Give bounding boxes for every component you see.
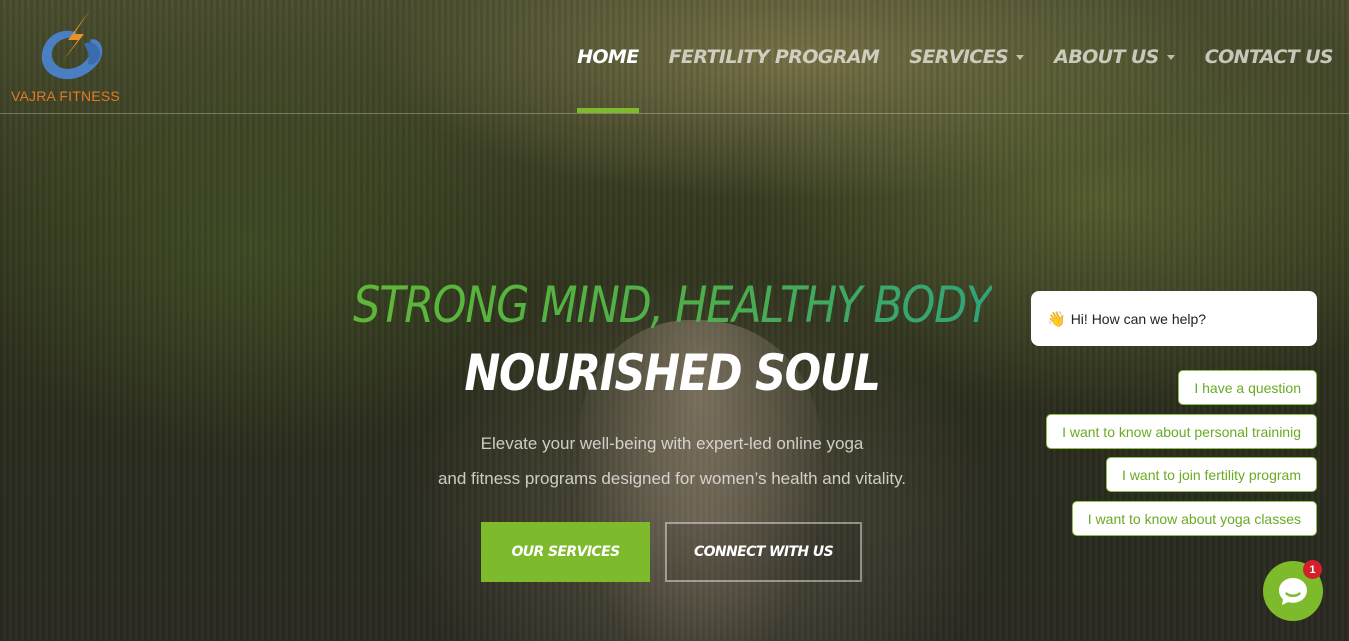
nav-item-about-us[interactable]: ABOUT US <box>1054 0 1175 113</box>
connect-with-us-button[interactable]: CONNECT WITH US <box>665 522 862 582</box>
hero-subheadline: NOURISHED SOUL <box>464 344 881 402</box>
nav-item-services-label: SERVICES <box>909 45 1009 68</box>
nav-item-fertility-program[interactable]: FERTILITY PROGRAM <box>669 0 880 113</box>
site-logo[interactable]: VAJRA FITNESS <box>10 8 125 108</box>
chat-option-personal-training[interactable]: I want to know about personal traininig <box>1046 414 1317 449</box>
unread-badge: 1 <box>1303 560 1322 579</box>
chat-option-fertility-program[interactable]: I want to join fertility program <box>1106 457 1317 492</box>
chat-greeting-bubble: 👋 Hi! How can we help? <box>1031 291 1317 346</box>
nav-item-about-us-label: ABOUT US <box>1054 45 1159 68</box>
chevron-down-icon <box>1016 55 1025 60</box>
hero-description-line: and fitness programs designed for women’… <box>437 469 907 488</box>
site-header: VAJRA FITNESS HOME FERTILITY PROGRAM SER… <box>0 0 1349 114</box>
waving-hand-icon: 👋 <box>1047 310 1066 328</box>
nav-item-home[interactable]: HOME <box>577 0 639 113</box>
nav-item-contact-us[interactable]: CONTACT US <box>1204 0 1334 113</box>
hero-headline: STRONG MIND, HEALTHY BODY <box>353 276 992 334</box>
our-services-button[interactable]: OUR SERVICES <box>481 522 650 582</box>
nav-item-home-label: HOME <box>577 45 639 68</box>
nav-item-fertility-program-label: FERTILITY PROGRAM <box>668 45 880 68</box>
main-nav: HOME FERTILITY PROGRAM SERVICES ABOUT US… <box>577 0 1334 113</box>
hero-description: Elevate your well-being with expert-led … <box>370 426 974 496</box>
chevron-down-icon <box>1166 55 1175 60</box>
chat-option-yoga-classes[interactable]: I want to know about yoga classes <box>1071 501 1317 536</box>
chat-greeting-text: Hi! How can we help? <box>1070 310 1207 327</box>
nav-item-services[interactable]: SERVICES <box>909 0 1025 113</box>
hero-section: VAJRA FITNESS HOME FERTILITY PROGRAM SER… <box>0 0 1349 641</box>
chat-option-question[interactable]: I have a question <box>1178 370 1317 405</box>
hero-description-line: Elevate your well-being with expert-led … <box>480 434 864 453</box>
lightning-swoosh-logo-icon <box>41 10 103 80</box>
chat-bubble-icon <box>1279 578 1307 605</box>
nav-item-contact-us-label: CONTACT US <box>1204 45 1334 68</box>
logo-text: VAJRA FITNESS <box>11 88 120 104</box>
